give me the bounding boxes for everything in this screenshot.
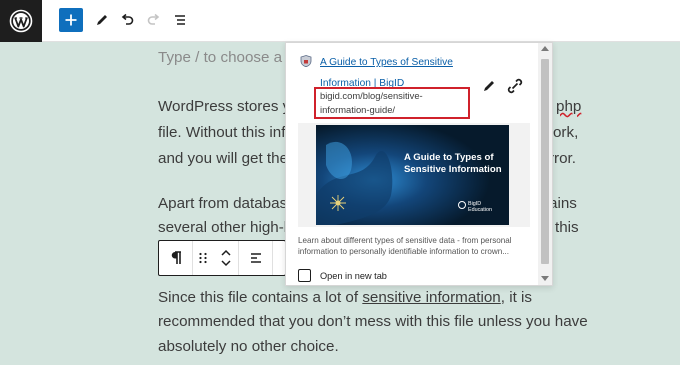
scroll-thumb[interactable] (541, 59, 549, 264)
text-fragment: , it is (500, 289, 532, 306)
paragraph-3-line-2[interactable]: recommended that you don’t mess with thi… (158, 313, 588, 330)
paragraph-3-line-1[interactable]: Since this file contains a lot of sensit… (158, 289, 532, 306)
link-popover-content: A Guide to Types of Sensitive Informatio… (286, 43, 538, 285)
paragraph-1-line-2[interactable]: file. Without this inf (158, 124, 285, 141)
redo-icon (147, 13, 160, 25)
drag-dots-icon (199, 252, 207, 264)
paragraph-2-line-1-end[interactable]: ains (549, 195, 577, 212)
drag-handle[interactable] (193, 241, 213, 275)
site-favicon-icon (300, 55, 312, 67)
move-up-down-icon (220, 249, 231, 267)
redo-button[interactable] (142, 8, 166, 32)
link-popover: A Guide to Types of Sensitive Informatio… (285, 42, 553, 286)
paragraph-1-line-3[interactable]: and you will get the (158, 150, 288, 167)
block-toolbar (158, 240, 286, 276)
scroll-down-arrow-icon[interactable] (541, 276, 549, 281)
link-url[interactable]: bigid.com/blog/sensitive-information-gui… (320, 89, 470, 117)
list-view-button[interactable] (168, 8, 192, 32)
sensitive-information-link[interactable]: sensitive information (362, 289, 500, 306)
add-block-button[interactable] (59, 8, 83, 32)
plus-icon (65, 14, 77, 26)
undo-icon (121, 13, 134, 25)
edit-link-button[interactable] (480, 77, 498, 95)
misspelled-word: php (556, 98, 582, 115)
list-view-icon (175, 15, 185, 25)
block-placeholder[interactable]: Type / to choose a b (158, 49, 295, 66)
paragraph-2-line-2[interactable]: several other high-l (158, 219, 287, 236)
align-left-icon (250, 253, 261, 263)
paragraph-icon (171, 251, 181, 264)
pencil-icon (484, 81, 494, 91)
pencil-icon (97, 15, 107, 25)
paragraph-1-line-1[interactable]: WordPress stores yo (158, 98, 299, 115)
paragraph-2-line-2-end[interactable]: this (555, 219, 579, 236)
paragraph-2-line-1[interactable]: Apart from databas (158, 195, 287, 212)
link-preview-image: A Guide to Types of Sensitive Informatio… (316, 125, 509, 225)
paragraph-block-button[interactable] (159, 241, 193, 275)
unlink-button[interactable] (506, 77, 524, 95)
undo-button[interactable] (115, 8, 139, 32)
preview-image-brand: BigID Education (468, 201, 492, 213)
scroll-up-arrow-icon[interactable] (541, 46, 549, 51)
popover-scrollbar[interactable] (538, 43, 552, 285)
tools-edit-button[interactable] (90, 8, 114, 32)
wordpress-logo-icon[interactable] (0, 0, 42, 42)
text-fragment: Since this file contains a lot of (158, 289, 363, 306)
paragraph-1-line-3-end[interactable]: rror. (549, 150, 576, 167)
align-button[interactable] (239, 241, 273, 275)
open-new-tab-checkbox[interactable] (298, 269, 311, 282)
text-fragment: ains (549, 195, 577, 212)
paragraph-1-line-1-end[interactable]: php (556, 98, 581, 115)
unlink-icon (507, 78, 523, 94)
move-block-buttons[interactable] (213, 241, 239, 275)
open-new-tab-label[interactable]: Open in new tab (320, 269, 387, 283)
preview-image-title: A Guide to Types of Sensitive Informatio… (404, 152, 502, 175)
paragraph-3-line-3[interactable]: absolutely no other choice. (158, 338, 339, 355)
link-preview-description: Learn about different types of sensitive… (298, 236, 512, 256)
editor-top-toolbar (0, 0, 680, 42)
